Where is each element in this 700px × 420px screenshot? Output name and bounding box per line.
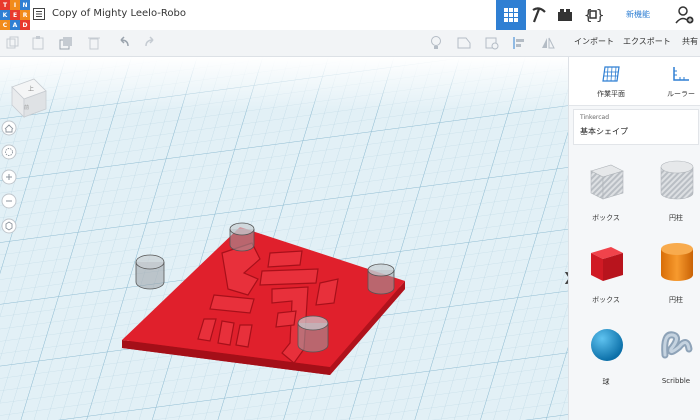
import-button[interactable]: インポート [574, 36, 614, 47]
bricks-view-button[interactable] [552, 0, 578, 30]
orange-cylinder-icon [661, 243, 693, 281]
redo-icon[interactable] [142, 35, 158, 51]
pickaxe-icon [532, 7, 546, 23]
paste-icon[interactable] [30, 35, 46, 51]
ruler-icon [673, 67, 689, 81]
tinkercad-logo[interactable]: T I N K E R C A D [0, 0, 30, 30]
design-list-icon[interactable] [33, 8, 45, 20]
logo-letter: T [0, 0, 10, 10]
undo-icon[interactable] [116, 35, 132, 51]
edit-toolbar [0, 30, 568, 57]
logo-letter: D [20, 20, 30, 30]
shape-hole-icon[interactable] [484, 35, 500, 51]
cylinder-peg[interactable] [297, 315, 329, 353]
shape-label: 円柱 [669, 296, 683, 304]
workplane-button[interactable]: 作業平面 [591, 57, 631, 105]
blocks-view-button[interactable] [526, 0, 552, 30]
workplane-icon [602, 66, 620, 82]
svg-text:}: } [596, 8, 603, 24]
scribble-icon [661, 331, 693, 359]
logo-letter: E [10, 10, 20, 20]
perspective-toggle-button[interactable] [1, 218, 17, 234]
logo-letter: N [20, 0, 30, 10]
3d-workspace[interactable]: 上 前 ❯ [0, 57, 568, 420]
duplicate-icon[interactable] [58, 35, 74, 51]
logo-letter: K [0, 10, 10, 20]
new-features-link[interactable]: 新機能 [626, 9, 650, 20]
shape-item[interactable]: ボックス [581, 157, 631, 227]
logo-letter: R [20, 10, 30, 20]
shape-item[interactable]: 円柱 [651, 239, 700, 309]
red-box-icon [591, 247, 623, 281]
zoom-out-button[interactable] [1, 193, 17, 209]
brick-icon [558, 9, 572, 21]
cylinder-peg[interactable] [135, 254, 165, 290]
shape-label: ボックス [592, 296, 620, 304]
top-bar: T I N K E R C A D Copy of Mighty Leelo-R… [0, 0, 700, 31]
trash-icon[interactable] [86, 35, 102, 51]
cylinder-peg[interactable] [229, 222, 255, 252]
workplane-label: 作業平面 [597, 90, 625, 98]
logo-letter: I [10, 0, 20, 10]
mirror-icon[interactable] [540, 35, 556, 51]
shape-item[interactable]: 球 [581, 321, 631, 391]
shape-item[interactable]: 円柱 [651, 157, 700, 227]
fit-view-button[interactable] [1, 144, 17, 160]
user-add-icon[interactable] [674, 5, 694, 25]
codeblocks-view-button[interactable]: { } [580, 0, 606, 30]
light-bulb-icon[interactable] [428, 35, 444, 51]
shape-item[interactable]: ボックス [581, 239, 631, 309]
align-icon[interactable] [512, 35, 528, 51]
code-blocks-icon: { } [584, 8, 603, 24]
viewcube-top-label: 上 [28, 85, 34, 93]
ruler-label: ルーラー [667, 90, 695, 98]
cylinder-peg[interactable] [367, 263, 395, 295]
shapes-panel: 作業平面 ルーラー Tinkercad 基本シェイプ ボックス 円柱 ボックス … [568, 57, 700, 420]
striped-box-icon [590, 164, 624, 200]
logo-letter: C [0, 20, 10, 30]
viewcube-front-label: 前 [24, 104, 29, 111]
library-category: Tinkercad [580, 114, 610, 121]
zoom-in-button[interactable] [1, 169, 17, 185]
ruler-button[interactable]: ルーラー [661, 57, 700, 105]
grid-icon [504, 8, 518, 22]
home-view-button[interactable] [1, 120, 17, 136]
shape-solid-icon[interactable] [456, 35, 472, 51]
shape-library-selector[interactable]: Tinkercad 基本シェイプ [573, 109, 699, 145]
file-actions: インポート エクスポート 共有 [568, 30, 700, 57]
3d-view-button[interactable] [496, 0, 526, 30]
shape-label: 球 [602, 378, 610, 386]
shape-label: Scribble [661, 377, 691, 385]
striped-cylinder-icon [660, 160, 694, 200]
shape-label: 円柱 [669, 214, 683, 222]
export-button[interactable]: エクスポート [623, 36, 671, 47]
blue-sphere-icon [591, 329, 623, 361]
library-name: 基本シェイプ [580, 127, 628, 136]
workplane-ruler-tools: 作業平面 ルーラー [569, 57, 700, 106]
workplane-canvas[interactable]: 上 前 [0, 57, 568, 420]
copy-icon[interactable] [5, 35, 21, 51]
design-title[interactable]: Copy of Mighty Leelo-Robo [52, 8, 186, 19]
share-button[interactable]: 共有 [682, 36, 700, 47]
shape-item[interactable]: Scribble [651, 321, 700, 391]
shape-label: ボックス [592, 214, 620, 222]
logo-letter: A [10, 20, 20, 30]
